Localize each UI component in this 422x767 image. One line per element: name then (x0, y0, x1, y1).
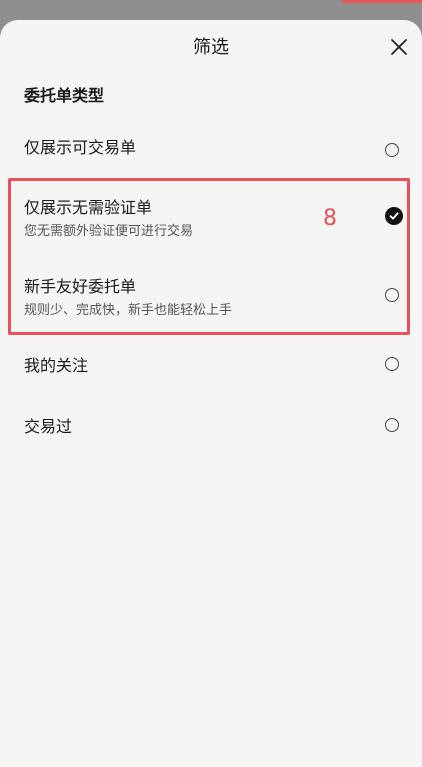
sheet-header: 筛选 (0, 20, 422, 72)
radio-unchecked[interactable] (385, 143, 399, 157)
option-label: 交易过 (24, 417, 73, 436)
backdrop-accent (342, 0, 422, 3)
option-label: 仅展示可交易单 (24, 138, 137, 157)
radio-unchecked[interactable] (385, 357, 399, 371)
radio-unchecked[interactable] (385, 418, 399, 432)
sheet-title: 筛选 (193, 37, 229, 58)
close-icon (391, 39, 407, 55)
close-button[interactable] (388, 36, 410, 58)
option-my-following[interactable]: 我的关注 (0, 342, 422, 386)
option-tradable-only[interactable]: 仅展示可交易单 (0, 124, 422, 168)
filter-sheet: 筛选 委托单类型 仅展示可交易单 仅展示无需验证单 您无需额外验证便可进行交易 … (0, 20, 422, 767)
option-label: 我的关注 (24, 356, 89, 375)
annotation-highlight-box (8, 178, 410, 335)
section-title-order-type: 委托单类型 (24, 86, 105, 105)
option-traded-before[interactable]: 交易过 (0, 403, 422, 447)
annotation-number: 8 (323, 206, 337, 231)
